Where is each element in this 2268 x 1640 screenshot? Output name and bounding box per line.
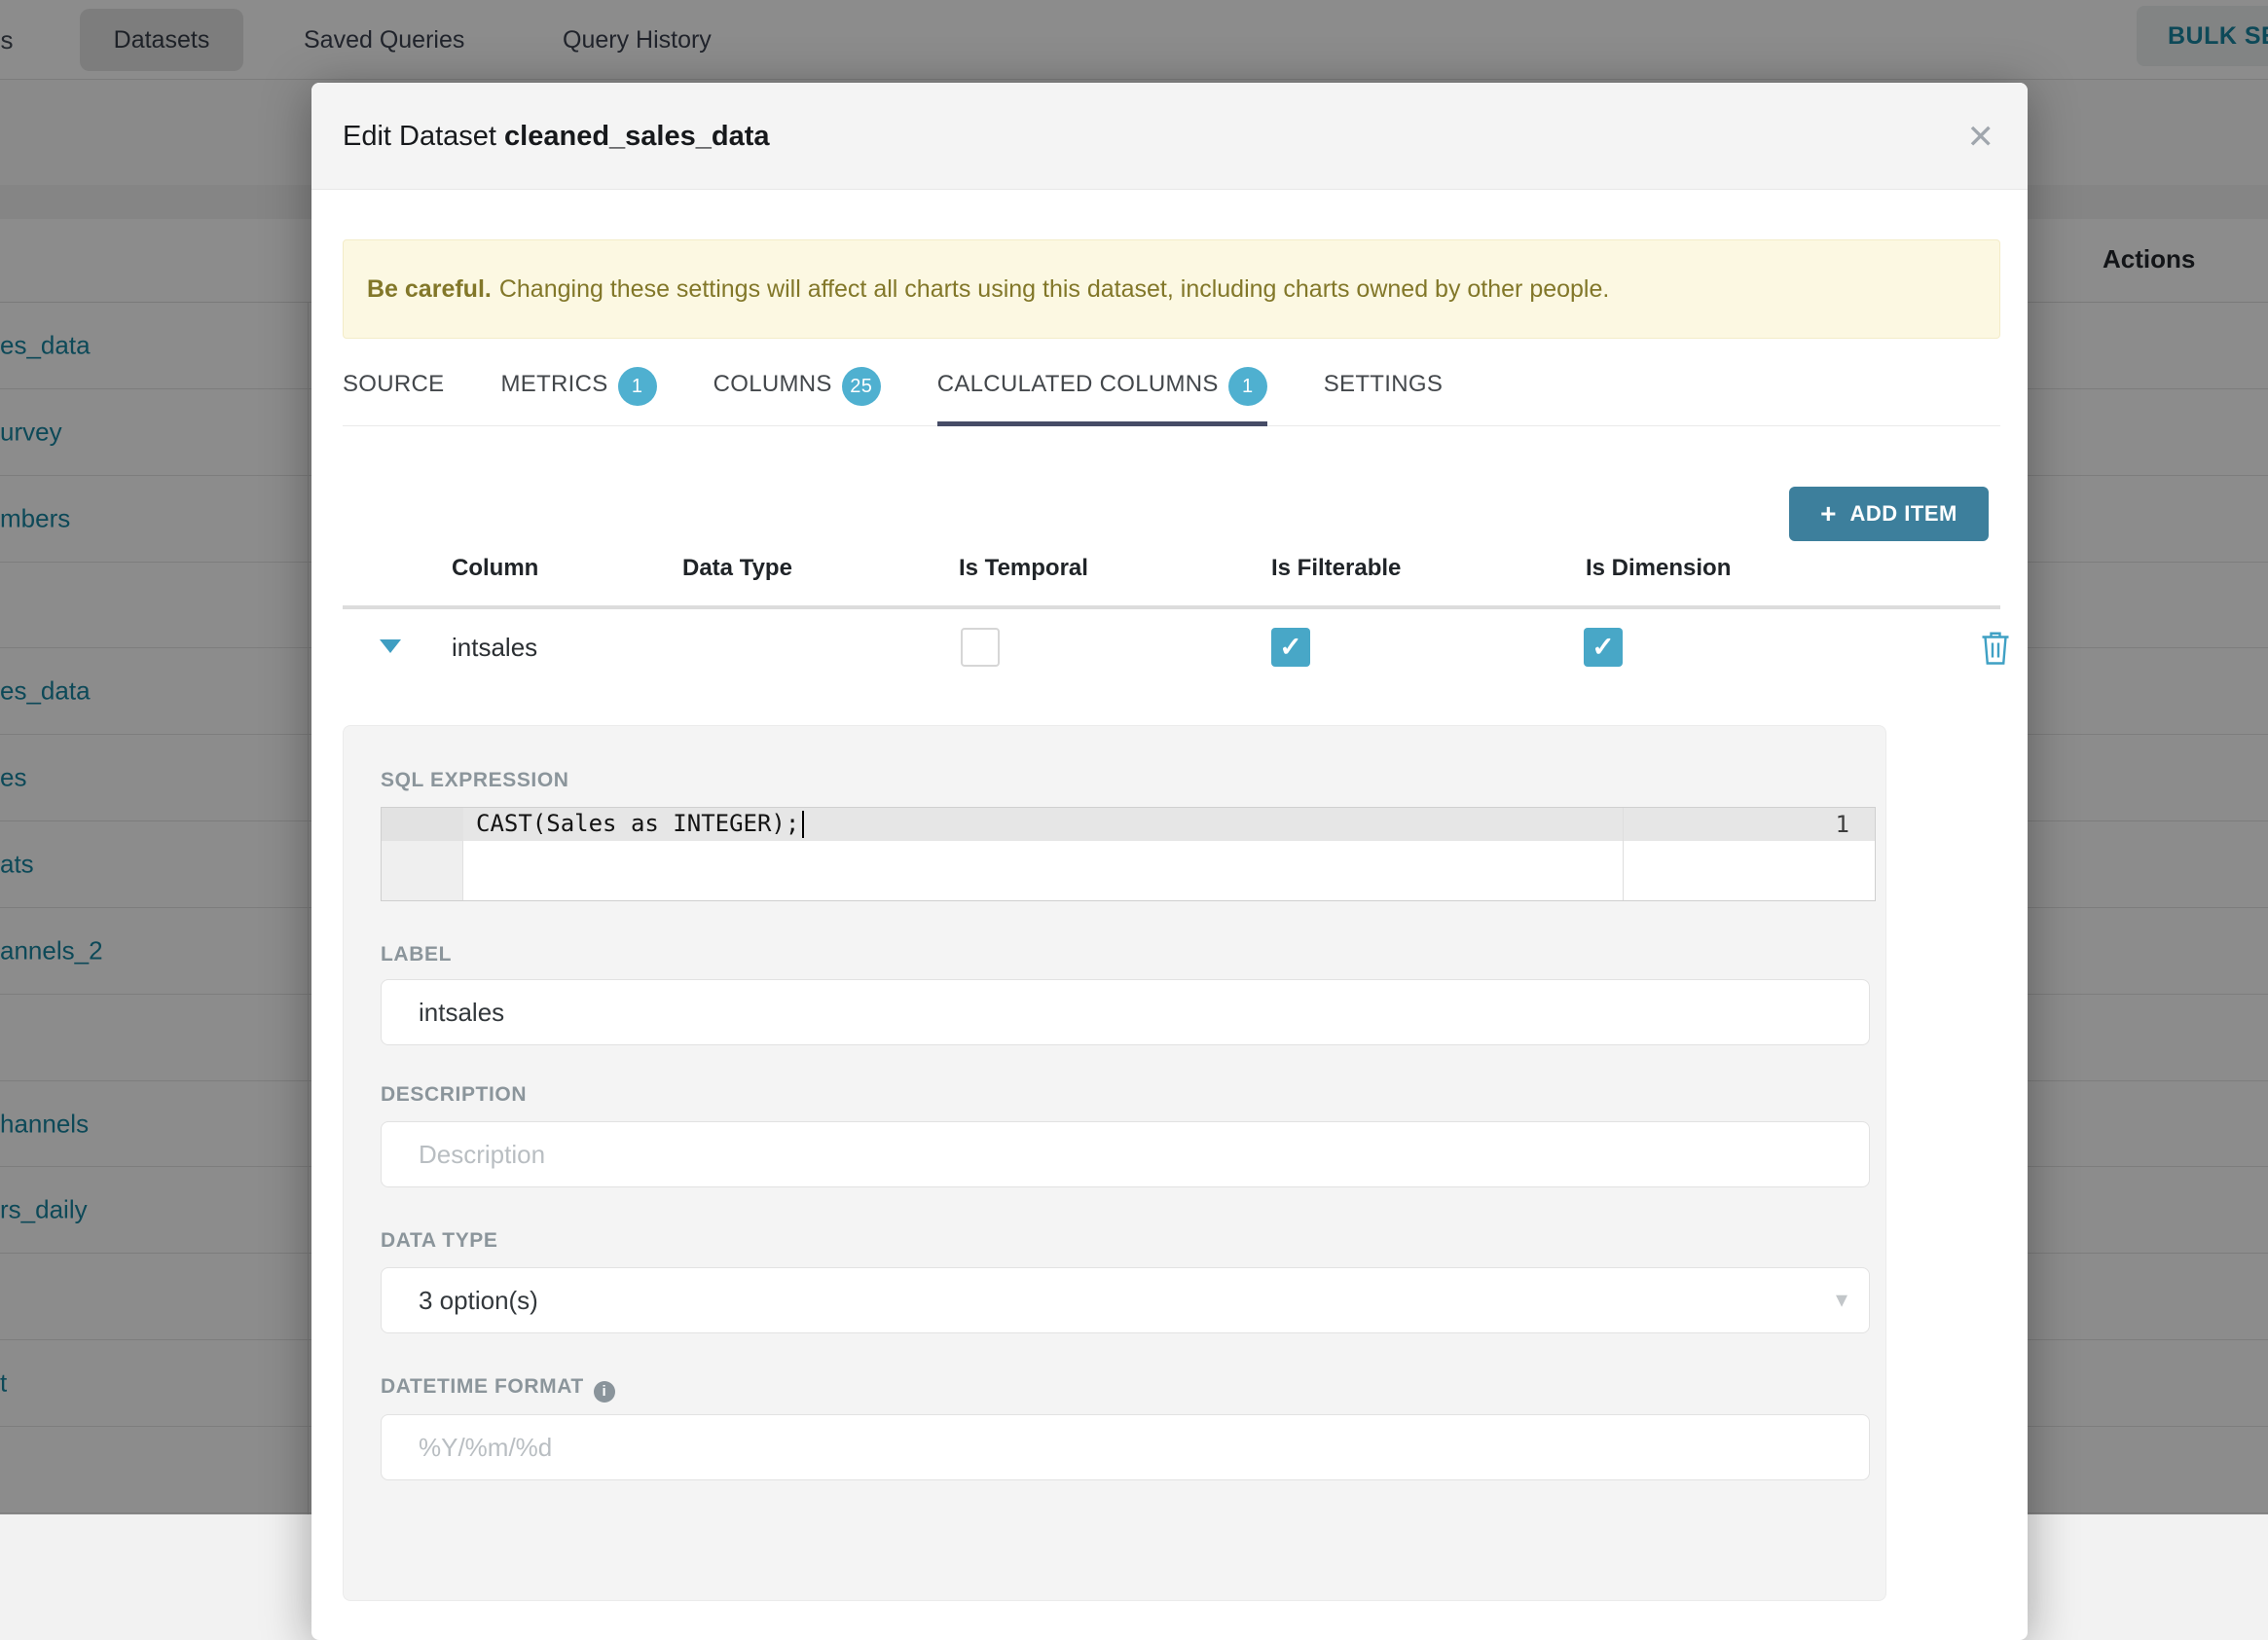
calculated-column-name: intsales — [452, 633, 537, 663]
tab-columns[interactable]: COLUMNS 25 — [713, 365, 881, 426]
table-header-divider — [343, 605, 2000, 609]
modal-tabs: SOURCE METRICS 1 COLUMNS 25 CALCULATED COL… — [343, 365, 2000, 426]
print-margin-line — [1623, 808, 1624, 900]
tab-label: CALCULATED COLUMNS — [937, 371, 1219, 398]
sql-line-number: 1 — [1836, 811, 1849, 838]
datetime-format-label-text: DATETIME FORMAT — [381, 1375, 584, 1398]
warning-banner-bold: Be careful. — [367, 275, 492, 303]
modal-title: Edit Dataset cleaned_sales_data — [343, 83, 770, 190]
chevron-down-icon: ▾ — [1836, 1268, 1847, 1332]
col-header-is-temporal: Is Temporal — [959, 555, 1088, 582]
tab-label: SETTINGS — [1324, 371, 1443, 398]
info-icon[interactable]: i — [594, 1381, 615, 1403]
label-input[interactable] — [381, 979, 1870, 1045]
tab-label: METRICS — [500, 371, 607, 398]
tab-calculated-columns[interactable]: CALCULATED COLUMNS 1 — [937, 365, 1267, 426]
tab-metrics[interactable]: METRICS 1 — [500, 365, 656, 426]
add-item-label: ADD ITEM — [1850, 501, 1957, 527]
metrics-count-badge: 1 — [618, 367, 657, 406]
datetime-format-input[interactable] — [381, 1414, 1870, 1480]
sql-code: CAST(Sales as INTEGER); — [476, 810, 799, 837]
data-type-select[interactable]: 3 option(s) ▾ — [381, 1267, 1870, 1333]
col-header-data-type: Data Type — [682, 555, 792, 582]
chevron-down-icon[interactable] — [380, 639, 401, 653]
data-type-field-label: DATA TYPE — [381, 1229, 498, 1253]
text-cursor — [802, 811, 804, 838]
is-filterable-checkbox[interactable] — [1271, 628, 1310, 667]
edit-dataset-modal: Edit Dataset cleaned_sales_data ✕ Be car… — [311, 83, 2028, 1640]
datetime-format-field-label: DATETIME FORMAT i — [381, 1375, 615, 1403]
plus-icon: + — [1820, 498, 1836, 529]
sql-expression-label: SQL EXPRESSION — [381, 769, 569, 792]
warning-banner: Be careful.Changing these settings will … — [343, 239, 2000, 339]
modal-header: Edit Dataset cleaned_sales_data ✕ — [311, 83, 2028, 190]
tab-source[interactable]: SOURCE — [343, 365, 444, 426]
col-header-is-dimension: Is Dimension — [1586, 555, 1731, 582]
description-field-label: DESCRIPTION — [381, 1083, 527, 1107]
trash-icon[interactable] — [1978, 628, 2013, 672]
modal-title-dataset-name: cleaned_sales_data — [504, 121, 769, 152]
tab-label: SOURCE — [343, 371, 444, 398]
description-input[interactable] — [381, 1121, 1870, 1187]
is-temporal-checkbox[interactable] — [961, 628, 1000, 667]
tab-settings[interactable]: SETTINGS — [1324, 365, 1443, 426]
columns-count-badge: 25 — [842, 367, 881, 406]
data-type-value: 3 option(s) — [419, 1286, 538, 1315]
calculated-column-detail-panel: SQL EXPRESSION 1 CAST(Sales as INTEGER);… — [343, 725, 1886, 1601]
modal-title-prefix: Edit Dataset — [343, 121, 496, 152]
tab-label: COLUMNS — [713, 371, 832, 398]
is-dimension-checkbox[interactable] — [1584, 628, 1623, 667]
calculated-columns-count-badge: 1 — [1228, 367, 1267, 406]
col-header-is-filterable: Is Filterable — [1271, 555, 1401, 582]
col-header-column: Column — [452, 555, 538, 582]
label-field-label: LABEL — [381, 943, 452, 966]
sql-editor-gutter-active-line — [382, 808, 463, 841]
add-item-button[interactable]: + ADD ITEM — [1789, 487, 1989, 541]
close-icon[interactable]: ✕ — [1967, 118, 1995, 157]
sql-editor[interactable]: 1 CAST(Sales as INTEGER); — [381, 807, 1876, 901]
warning-banner-text: Changing these settings will affect all … — [499, 275, 1610, 303]
